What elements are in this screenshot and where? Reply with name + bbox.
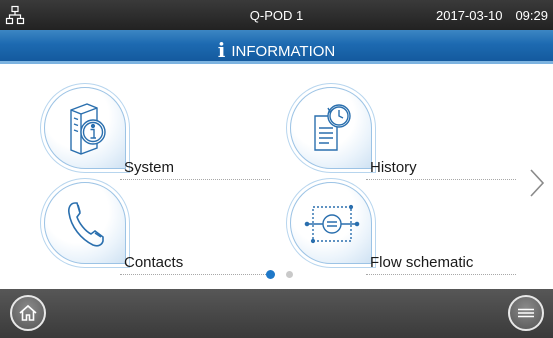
- bottom-bar: [0, 289, 553, 338]
- menu-icon: [518, 308, 534, 318]
- system-tile[interactable]: System: [44, 87, 276, 187]
- flow-schematic-label: Flow schematic: [370, 254, 474, 271]
- flow-schematic-icon: [290, 182, 372, 264]
- page-dot-active[interactable]: [266, 270, 275, 279]
- system-label: System: [124, 159, 175, 176]
- history-icon: [290, 87, 372, 169]
- home-button[interactable]: [10, 295, 46, 331]
- flow-schematic-tile[interactable]: Flow schematic: [290, 182, 522, 282]
- page-dot[interactable]: [286, 271, 293, 278]
- divider: [120, 274, 270, 275]
- page-title: INFORMATION: [231, 43, 336, 60]
- contacts-label: Contacts: [124, 254, 184, 271]
- divider: [366, 179, 516, 180]
- contacts-tile[interactable]: Contacts: [44, 182, 276, 282]
- chevron-right-icon[interactable]: [528, 167, 546, 199]
- menu-button[interactable]: [508, 295, 544, 331]
- home-icon: [19, 304, 37, 321]
- history-tile[interactable]: History: [290, 87, 522, 187]
- system-info-icon: [44, 87, 126, 169]
- divider: [120, 179, 270, 180]
- status-bar: Q-POD 1 2017-03-10 09:29: [0, 0, 553, 30]
- status-time: 09:29: [515, 8, 548, 23]
- page-header: i INFORMATION: [0, 30, 553, 64]
- tile-grid: System History Contacts Flow schematic: [0, 67, 553, 289]
- status-date: 2017-03-10: [436, 8, 503, 23]
- phone-icon: [44, 182, 126, 264]
- info-icon: i: [217, 38, 226, 62]
- history-label: History: [370, 159, 417, 176]
- divider: [366, 274, 516, 275]
